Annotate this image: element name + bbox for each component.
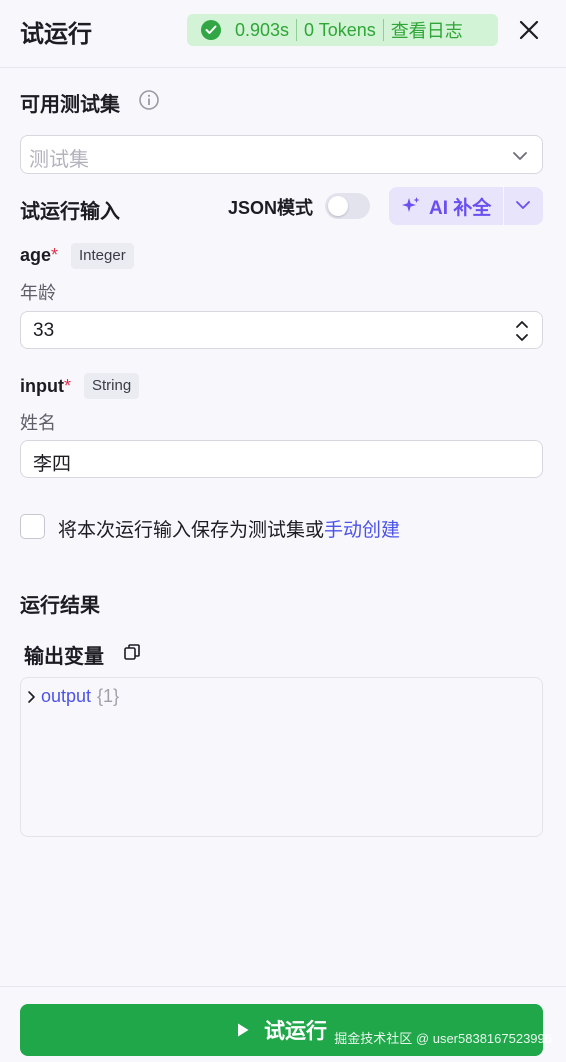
field-input-name: input*	[20, 376, 71, 396]
panel-title: 试运行	[20, 21, 92, 48]
badge-divider	[296, 19, 298, 41]
run-status-badge: 0.903s 0 Tokens 查看日志	[187, 14, 498, 46]
ai-options-dropdown[interactable]	[504, 187, 543, 225]
badge-divider	[382, 19, 384, 41]
field-input-description: 姓名	[20, 413, 56, 433]
copy-icon[interactable]	[123, 643, 141, 661]
play-icon	[238, 1023, 249, 1037]
watermark-text: 掘金技术社区 @ user5838167523996	[334, 1031, 552, 1046]
test-set-label: 可用测试集	[20, 94, 120, 116]
json-mode-label: JSON模式	[228, 198, 314, 218]
json-mode-toggle[interactable]	[325, 193, 370, 219]
output-key: output	[41, 686, 92, 706]
save-as-test-set-checkbox[interactable]	[20, 514, 45, 539]
run-input-label: 试运行输入	[20, 201, 120, 223]
ai-complete-label: AI 补全	[429, 197, 492, 219]
number-stepper-icon[interactable]	[514, 317, 530, 345]
close-icon[interactable]	[516, 17, 542, 43]
field-age-type-tag: Integer	[71, 243, 134, 269]
name-text-input[interactable]: 李四	[20, 440, 543, 478]
age-value: 33	[33, 320, 55, 341]
info-icon[interactable]	[138, 89, 160, 111]
chevron-right-icon[interactable]	[27, 690, 37, 704]
ai-complete-button[interactable]: AI 补全	[389, 187, 503, 225]
token-count: 0 Tokens	[304, 19, 376, 40]
field-input-type-tag: String	[84, 373, 140, 399]
chevron-down-icon	[516, 201, 530, 209]
view-log-link[interactable]: 查看日志	[391, 17, 463, 43]
test-set-select[interactable]: 测试集	[20, 135, 543, 174]
manual-create-link[interactable]: 手动创建	[324, 520, 400, 541]
success-check-icon	[201, 20, 221, 40]
required-mark: *	[51, 245, 59, 265]
test-run-button-label: 试运行	[264, 1020, 327, 1043]
test-set-placeholder: 测试集	[29, 149, 89, 171]
output-variables-label: 输出变量	[24, 646, 104, 668]
output-tree-row[interactable]: output {1}	[27, 686, 119, 707]
toggle-knob	[328, 196, 348, 216]
output-item-count: {1}	[97, 686, 120, 706]
field-age-description: 年龄	[20, 283, 56, 303]
required-mark: *	[63, 376, 71, 396]
age-number-input[interactable]: 33	[20, 311, 543, 349]
panel-header: 试运行 0.903s 0 Tokens 查看日志	[0, 0, 566, 68]
run-duration: 0.903s	[235, 19, 290, 40]
field-age-name: age*	[20, 245, 59, 265]
output-viewer: output {1}	[20, 677, 543, 837]
chevron-down-icon	[512, 148, 528, 166]
name-value: 李四	[33, 454, 72, 475]
save-as-test-set-text: 将本次运行输入保存为测试集或手动创建	[58, 520, 401, 541]
run-result-label: 运行结果	[20, 595, 100, 617]
sparkle-icon	[402, 197, 420, 212]
